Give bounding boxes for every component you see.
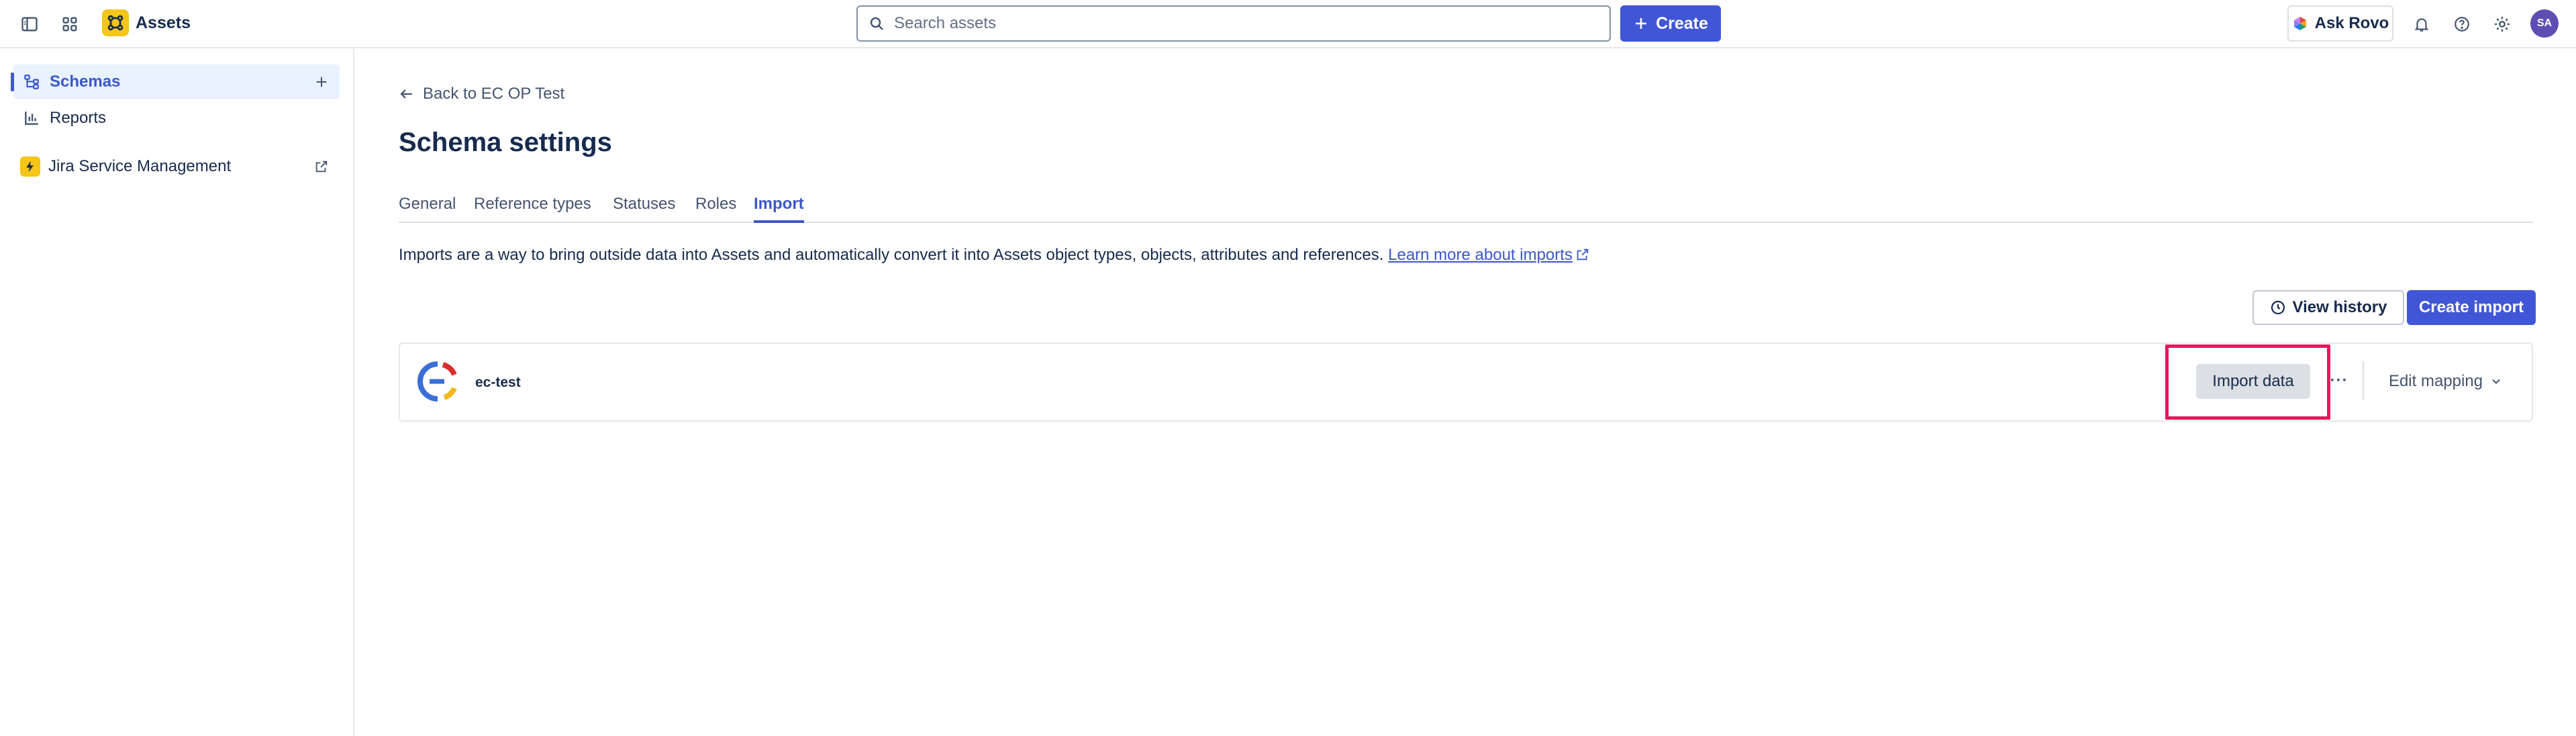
create-button-label: Create (1656, 13, 1708, 33)
rovo-icon (2293, 17, 2306, 30)
view-history-label: View history (2292, 298, 2387, 316)
sidebar-item-label: Schemas (50, 73, 121, 91)
sidebar-item-label: Jira Service Management (48, 157, 232, 175)
edit-mapping-button[interactable]: Edit mapping (2379, 364, 2513, 399)
top-navigation-bar: Assets Create Ask Rovo SA (0, 0, 2576, 48)
import-description: Imports are a way to bring outside data … (399, 246, 1590, 265)
ec-logo-icon (417, 361, 457, 402)
create-import-button[interactable]: Create import (2407, 290, 2536, 325)
edit-mapping-label: Edit mapping (2388, 372, 2483, 390)
app-switcher-icon[interactable] (56, 11, 83, 38)
search-input[interactable] (894, 10, 1609, 37)
import-name[interactable]: ec-test (475, 375, 521, 391)
ask-rovo-label: Ask Rovo (2314, 14, 2389, 32)
clock-icon (2271, 300, 2285, 315)
chart-icon (21, 108, 42, 128)
sidebar-item-reports[interactable]: Reports (13, 101, 340, 136)
external-link-icon[interactable] (311, 156, 332, 177)
sidebar-toggle-icon[interactable] (16, 11, 43, 38)
app-name[interactable]: Assets (136, 13, 191, 33)
page-title: Schema settings (399, 128, 612, 157)
view-history-button[interactable]: View history (2252, 290, 2404, 325)
active-indicator (11, 73, 14, 91)
ask-rovo-button[interactable]: Ask Rovo (2287, 5, 2393, 42)
tab-roles[interactable]: Roles (695, 195, 736, 223)
schema-icon (21, 72, 42, 92)
plus-icon (1636, 18, 1647, 29)
search-box[interactable] (856, 5, 1611, 42)
arrow-left-icon (400, 89, 412, 99)
more-actions-icon[interactable]: ··· (2329, 371, 2349, 391)
tab-statuses[interactable]: Statuses (613, 195, 675, 223)
sidebar-item-jira-service-management[interactable]: Jira Service Management (13, 149, 340, 184)
sidebar-item-schemas[interactable]: Schemas (11, 64, 340, 99)
settings-tabs: General Reference types Statuses Roles I… (399, 191, 2533, 223)
jsm-logo-icon (20, 156, 40, 177)
user-avatar[interactable]: SA (2530, 9, 2559, 38)
tab-import[interactable]: Import (754, 195, 804, 223)
tab-reference-types[interactable]: Reference types (474, 195, 591, 223)
sidebar: Schemas Reports Jira Service Management (0, 48, 354, 736)
external-link-icon (1577, 248, 1589, 261)
learn-more-link[interactable]: Learn more about imports (1388, 246, 1573, 264)
divider (2363, 361, 2364, 400)
back-link[interactable]: Back to EC OP Test (399, 85, 564, 103)
import-data-button[interactable]: Import data (2196, 364, 2310, 399)
sidebar-item-label: Reports (50, 109, 107, 127)
settings-icon[interactable] (2489, 11, 2516, 38)
search-icon (867, 14, 886, 33)
description-text: Imports are a way to bring outside data … (399, 246, 1384, 264)
add-schema-icon[interactable] (311, 72, 332, 92)
help-icon[interactable] (2448, 11, 2475, 38)
bell-icon[interactable] (2408, 11, 2435, 38)
tab-general[interactable]: General (399, 195, 456, 223)
back-link-label: Back to EC OP Test (423, 85, 565, 103)
create-button[interactable]: Create (1620, 5, 1721, 42)
chevron-down-icon (2492, 379, 2500, 384)
assets-logo-icon[interactable] (102, 9, 129, 36)
